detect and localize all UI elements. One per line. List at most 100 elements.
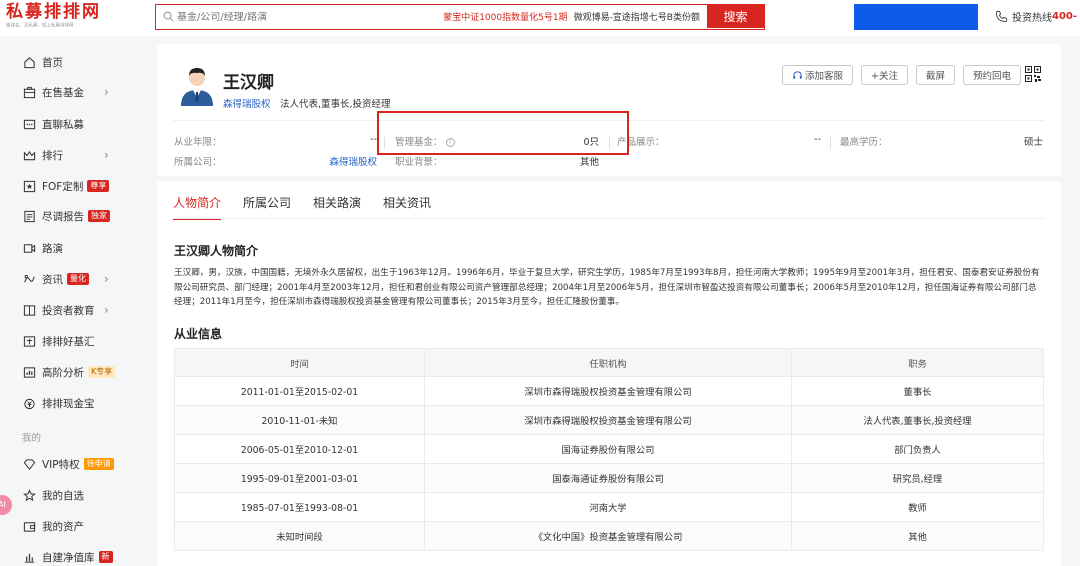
- chevron-right-icon: ›: [104, 85, 109, 99]
- new-badge: 新: [98, 551, 113, 563]
- profile-card: 王汉卿 森得瑞股权 法人代表,董事长,投资经理 添加客服 +关注 截屏 预约回电…: [157, 44, 1061, 176]
- exclusive-badge: 尊享: [87, 180, 110, 192]
- section-mine: 我的: [22, 433, 42, 444]
- sidebar-item-label: VIP特权: [42, 458, 80, 471]
- years-value: --: [370, 134, 377, 145]
- fund-icon: [22, 334, 36, 348]
- sidebar-item-label: 排行: [42, 149, 63, 162]
- career-title: 从业信息: [174, 327, 223, 341]
- sidebar-item-funds[interactable]: 在售基金 ›: [0, 81, 142, 103]
- sidebar-item-label: 首页: [42, 56, 63, 69]
- products-value: --: [814, 134, 821, 145]
- company-link[interactable]: 森得瑞股权: [223, 96, 271, 110]
- action-buttons: 添加客服 +关注 截屏 预约回电: [781, 65, 1021, 85]
- report-icon: [22, 209, 36, 223]
- table-cell: 董事长: [791, 376, 1044, 406]
- table-cell: 2010-11-01-未知: [174, 405, 425, 435]
- sidebar-item-education[interactable]: 投资者教育 ›: [0, 299, 142, 321]
- table-cell: 2006-05-01至2010-12-01: [174, 434, 425, 464]
- wallet-icon: [22, 519, 36, 533]
- table-cell: 深圳市森得瑞股权投资基金管理有限公司: [424, 376, 792, 406]
- pending-badge: 待申请: [83, 458, 114, 470]
- search-icon: [163, 11, 175, 23]
- table-cell: 河南大学: [424, 492, 792, 522]
- headset-icon: [793, 70, 802, 79]
- table-cell: 部门负责人: [791, 434, 1044, 464]
- tab-bar: 人物简介 所属公司 相关路演 相关资讯: [173, 194, 431, 220]
- education-value: 硕士: [1023, 137, 1043, 148]
- sidebar-item-analysis[interactable]: 高阶分析 K专享: [0, 361, 142, 383]
- manager-avatar: [181, 68, 213, 106]
- sidebar-item-label: 我的自选: [42, 489, 84, 502]
- sidebar-item-label: 自建净值库: [42, 551, 95, 564]
- column-header-position: 职务: [791, 348, 1044, 377]
- sidebar-item-news[interactable]: 资讯 量化 ›: [0, 268, 142, 290]
- exclusive-badge: 独家: [88, 210, 110, 222]
- table-row: 1985-07-01至1993-08-01 河南大学 教师: [174, 492, 1044, 522]
- table-cell: 法人代表,董事长,投资经理: [791, 405, 1044, 435]
- sidebar-item-label: 排排现金宝: [42, 397, 95, 410]
- education-label: 最高学历：: [840, 137, 888, 148]
- sidebar-item-chat[interactable]: 直聊私募: [0, 113, 142, 135]
- tab-roadshows[interactable]: 相关路演: [313, 194, 361, 219]
- chevron-right-icon: ›: [104, 303, 109, 317]
- promo-banner[interactable]: [854, 4, 978, 30]
- hotline-label: 投资热线: [1012, 13, 1052, 24]
- background-value: 其他: [579, 157, 599, 168]
- bio-title: 王汉卿人物简介: [174, 244, 259, 258]
- top-bar: 私募排排网 查排名、买私募、就上私募排排网 蒙宝中证1000指数量化5号1期 微…: [0, 0, 1080, 36]
- sidebar-item-assets[interactable]: 我的资产: [0, 515, 142, 537]
- highlight-annotation-box: [377, 111, 629, 155]
- sidebar-item-label: FOF定制: [42, 180, 84, 193]
- column-header-institution: 任职机构: [424, 348, 792, 377]
- contact-service-button[interactable]: 添加客服: [781, 65, 853, 85]
- tabs-divider: [173, 218, 1045, 219]
- tab-company[interactable]: 所属公司: [243, 194, 291, 219]
- site-logo[interactable]: 私募排排网 查排名、买私募、就上私募排排网: [6, 2, 136, 30]
- sidebar-item-nav-database[interactable]: 自建净值库 新: [0, 546, 142, 566]
- sidebar-item-label: 路演: [42, 242, 63, 255]
- search-bar: 蒙宝中证1000指数量化5号1期 微观博易-宣途指增七号B类份额 搜索: [155, 4, 765, 30]
- quant-badge: 量化: [67, 273, 89, 285]
- column-separator: [830, 137, 831, 149]
- sidebar-item-fund-club[interactable]: 排排好基汇: [0, 330, 142, 352]
- qr-code-icon[interactable]: [1025, 66, 1041, 82]
- analysis-icon: [22, 365, 36, 379]
- years-label: 从业年限：: [174, 137, 222, 148]
- sidebar-item-ranking[interactable]: 排行 ›: [0, 144, 142, 166]
- sidebar-item-fof[interactable]: FOF定制 尊享: [0, 175, 142, 197]
- table-row: 2010-11-01-未知 深圳市森得瑞股权投资基金管理有限公司 法人代表,董事…: [174, 405, 1044, 435]
- sidebar-item-report[interactable]: 尽调报告 独家: [0, 205, 142, 227]
- tab-news[interactable]: 相关资讯: [383, 194, 431, 219]
- sidebar-item-home[interactable]: 首页: [0, 51, 142, 73]
- company-value[interactable]: 森得瑞股权: [307, 154, 377, 168]
- cash-icon: [22, 396, 36, 410]
- search-input[interactable]: [177, 11, 427, 23]
- follow-button[interactable]: +关注: [861, 65, 908, 85]
- table-row: 1995-09-01至2001-03-01 国泰海通证券股份有限公司 研究员,经…: [174, 463, 1044, 493]
- briefcase-icon: [22, 85, 36, 99]
- screenshot-button[interactable]: 截屏: [915, 65, 955, 85]
- sidebar-item-roadshow[interactable]: 路演: [0, 237, 142, 259]
- sidebar-item-label: 尽调报告: [42, 210, 84, 223]
- star-icon: [22, 488, 36, 502]
- company-label: 所属公司：: [174, 157, 222, 168]
- search-button[interactable]: 搜索: [707, 5, 764, 28]
- hotline-number[interactable]: 400-: [1052, 11, 1077, 22]
- content-card: 人物简介 所属公司 相关路演 相关资讯 王汉卿人物简介 王汉卿，男，汉族，中国国…: [157, 182, 1061, 566]
- hot-link-fund-2[interactable]: 微观博易-宣途指增七号B类份额: [574, 10, 700, 23]
- career-table: 时间 任职机构 职务 2011-01-01至2015-02-01 深圳市森得瑞股…: [174, 348, 1044, 551]
- table-cell: 1995-09-01至2001-03-01: [174, 463, 425, 493]
- sidebar-item-watchlist[interactable]: 我的自选: [0, 484, 142, 506]
- hotline: 投资热线 400-: [995, 9, 1077, 24]
- sidebar-item-vip[interactable]: VIP特权 待申请: [0, 453, 142, 475]
- video-icon: [22, 241, 36, 255]
- tab-profile[interactable]: 人物简介: [173, 194, 222, 220]
- k-exclusive-badge: K专享: [88, 366, 116, 378]
- table-cell: 1985-07-01至1993-08-01: [174, 492, 425, 522]
- sidebar-item-label: 在售基金: [42, 86, 84, 99]
- table-cell: 研究员,经理: [791, 463, 1044, 493]
- sidebar-item-cash[interactable]: 排排现金宝: [0, 392, 142, 414]
- hot-link-fund-1[interactable]: 蒙宝中证1000指数量化5号1期: [443, 10, 567, 23]
- callback-button[interactable]: 预约回电: [962, 65, 1021, 85]
